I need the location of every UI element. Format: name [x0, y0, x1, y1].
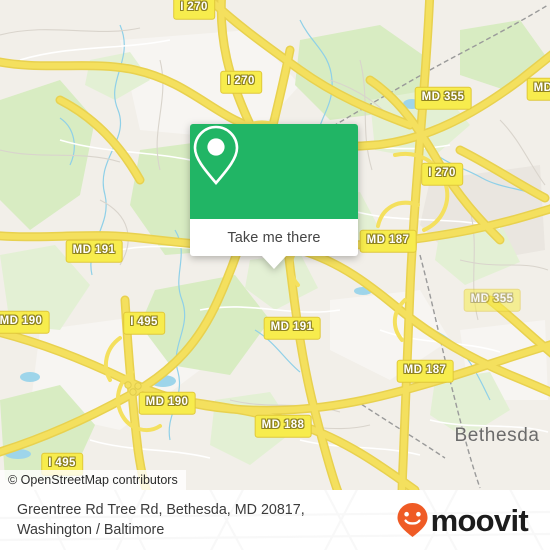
- address-line-1: Greentree Rd Tree Rd, Bethesda, MD 20817…: [17, 502, 305, 518]
- take-me-there-label: Take me there: [227, 229, 321, 246]
- road-shield[interactable]: MD 187: [359, 229, 417, 253]
- location-popup[interactable]: Take me there: [190, 124, 358, 269]
- popup-tail-arrow: [261, 255, 287, 269]
- road-shield[interactable]: MD 191: [65, 239, 123, 263]
- map-pin-icon: [193, 125, 239, 185]
- map-screenshot: .park { fill:#d8ecc2; } .park2 { fill:#e…: [0, 0, 550, 550]
- road-shield[interactable]: MD 355: [414, 86, 472, 110]
- road-shield[interactable]: I 270: [421, 162, 463, 186]
- road-shield[interactable]: MD 355: [463, 288, 521, 312]
- moovit-wordmark: moovit: [430, 502, 529, 538]
- road-shield[interactable]: I 270: [220, 70, 262, 94]
- moovit-logo[interactable]: moovit: [396, 502, 529, 538]
- address-text: Greentree Rd Tree Rd, Bethesda, MD 20817…: [17, 500, 305, 540]
- road-shield[interactable]: MD 188: [254, 414, 312, 438]
- moovit-smiley-pin-icon: [397, 503, 428, 537]
- address-line-2: Washington / Baltimore: [17, 522, 165, 538]
- popup-footer[interactable]: Take me there: [190, 219, 358, 269]
- popup-header: [190, 124, 358, 219]
- road-shield[interactable]: MD 190: [138, 391, 196, 415]
- map-canvas[interactable]: .park { fill:#d8ecc2; } .park2 { fill:#e…: [0, 0, 550, 490]
- osm-attribution-bar: © OpenStreetMap contributors: [0, 470, 186, 490]
- place-label-bethesda: Bethesda: [454, 425, 540, 446]
- osm-attribution-text[interactable]: © OpenStreetMap contributors: [8, 473, 178, 487]
- road-shield[interactable]: I 270: [173, 0, 215, 20]
- road-shield[interactable]: I 495: [123, 311, 165, 335]
- footer-bar: Greentree Rd Tree Rd, Bethesda, MD 20817…: [0, 490, 550, 550]
- road-shield[interactable]: MD: [526, 77, 550, 101]
- road-shield[interactable]: MD 187: [396, 359, 454, 383]
- road-shield[interactable]: MD 190: [0, 310, 50, 334]
- road-shield[interactable]: MD 191: [263, 316, 321, 340]
